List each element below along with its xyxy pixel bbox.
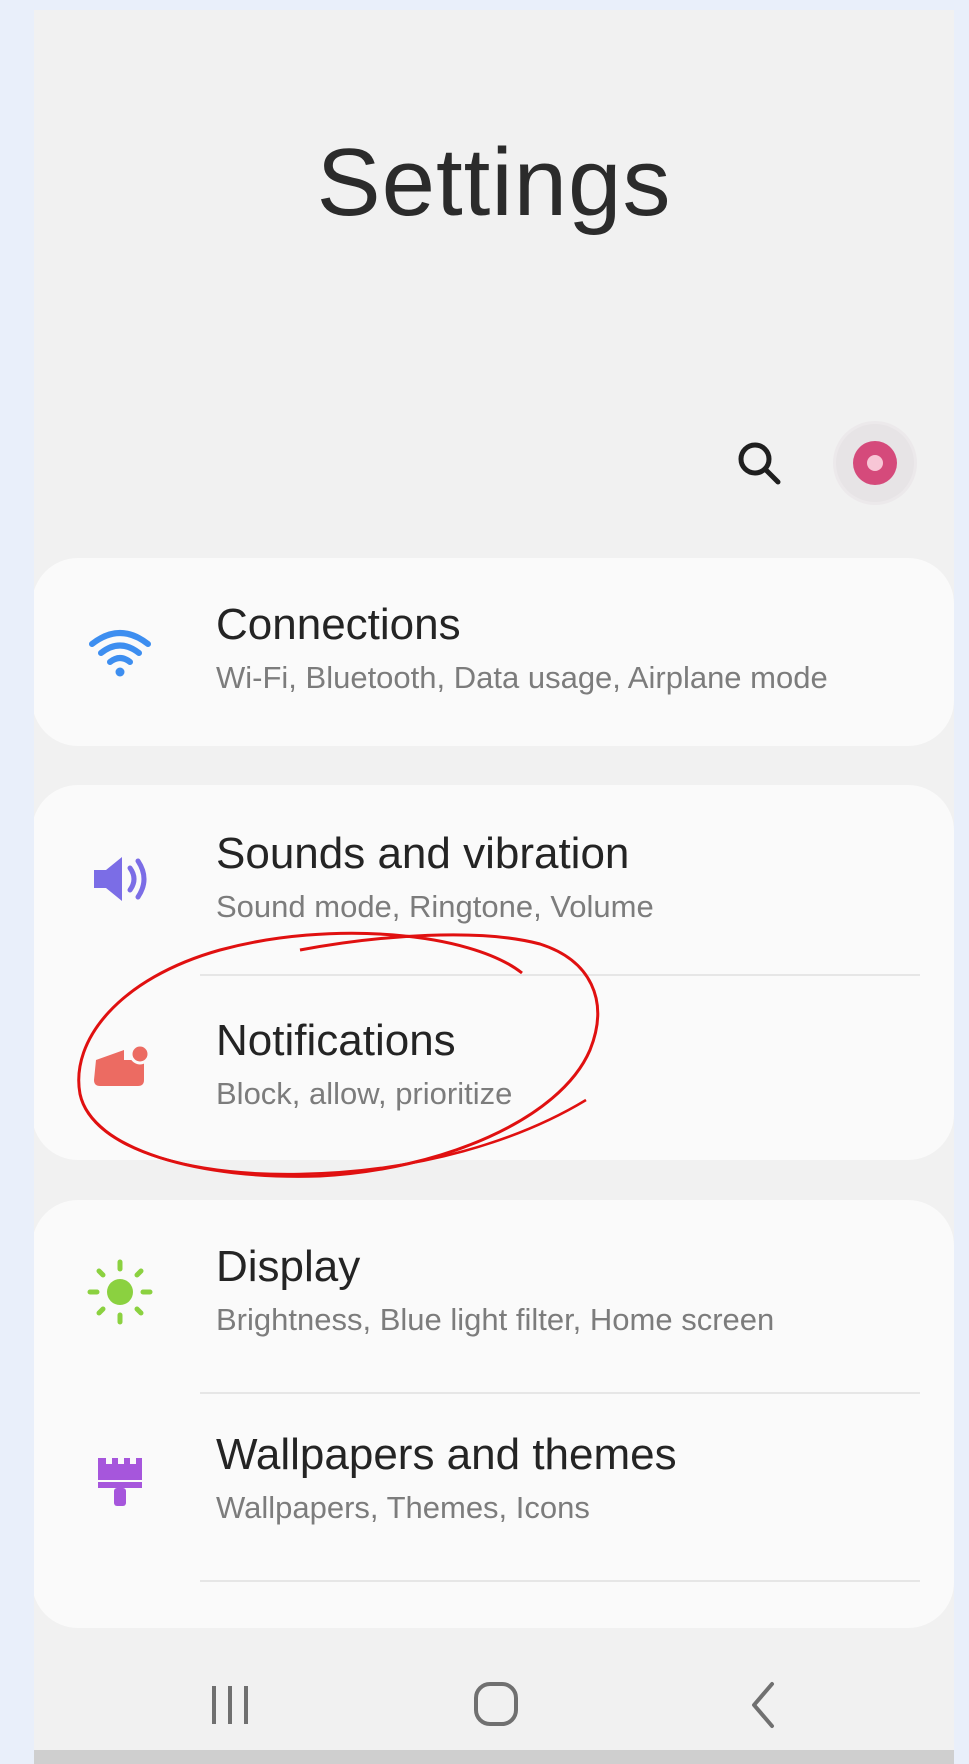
navigation-bar	[34, 1650, 954, 1750]
item-subtitle: Block, allow, prioritize	[216, 1076, 513, 1111]
list-item-connections[interactable]: Connections Wi-Fi, Bluetooth, Data usage…	[34, 558, 954, 738]
page-title: Settings	[316, 129, 672, 236]
paint-brush-icon	[98, 1458, 142, 1506]
search-icon[interactable]	[734, 438, 784, 488]
list-item-wallpapers-and-themes[interactable]: Wallpapers and themes Wallpapers, Themes…	[34, 1388, 954, 1568]
item-label: Wallpapers and themes	[216, 1430, 677, 1479]
settings-card-display: Display Brightness, Blue light filter, H…	[34, 1200, 954, 1628]
home-icon[interactable]	[456, 1670, 536, 1740]
settings-card-connections: Connections Wi-Fi, Bluetooth, Data usage…	[34, 558, 954, 746]
item-subtitle: Sound mode, Ringtone, Volume	[216, 889, 654, 924]
list-item-display[interactable]: Display Brightness, Blue light filter, H…	[34, 1200, 954, 1380]
wifi-icon	[89, 630, 151, 677]
item-subtitle: Brightness, Blue light filter, Home scre…	[216, 1302, 775, 1337]
sun-icon	[87, 1259, 153, 1325]
item-label: Display	[216, 1242, 361, 1291]
notification-icon	[94, 1043, 151, 1086]
back-icon[interactable]	[722, 1670, 802, 1740]
settings-screen: Settings Connections Wi-Fi, Bluetooth, D…	[34, 10, 954, 1764]
profile-avatar[interactable]	[836, 424, 914, 502]
settings-card-sounds: Sounds and vibration Sound mode, Rington…	[34, 785, 954, 1160]
header-actions	[34, 424, 954, 504]
recent-apps-icon[interactable]	[190, 1670, 270, 1740]
item-label: Notifications	[216, 1016, 456, 1065]
divider	[200, 1580, 920, 1582]
gesture-strip	[34, 1750, 954, 1764]
item-label: Connections	[216, 600, 461, 649]
item-subtitle: Wallpapers, Themes, Icons	[216, 1490, 590, 1525]
item-subtitle: Wi-Fi, Bluetooth, Data usage, Airplane m…	[216, 660, 828, 695]
item-label: Sounds and vibration	[216, 829, 630, 878]
speaker-icon	[94, 857, 147, 901]
list-item-sounds-and-vibration[interactable]: Sounds and vibration Sound mode, Rington…	[34, 787, 954, 967]
list-item-notifications[interactable]: Notifications Block, allow, prioritize	[34, 974, 954, 1154]
